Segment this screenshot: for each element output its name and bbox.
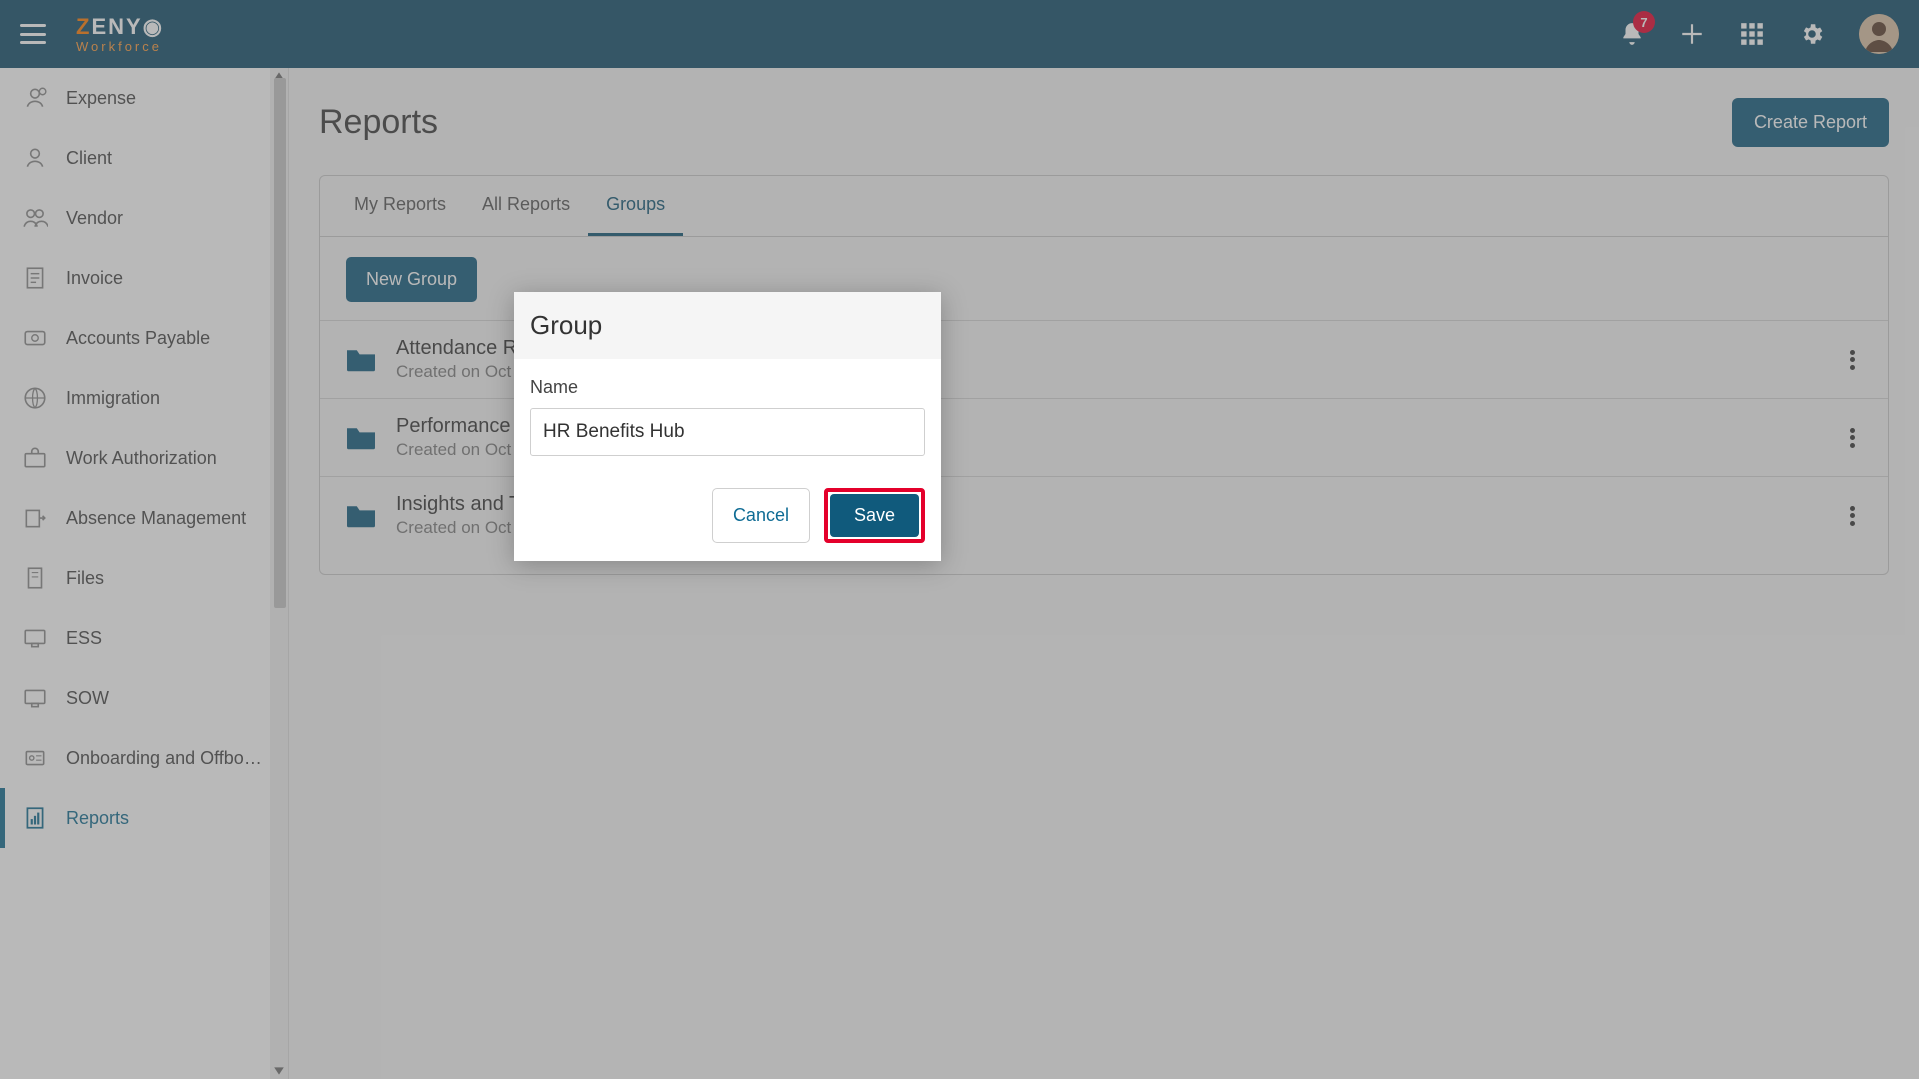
- name-label: Name: [530, 377, 925, 398]
- group-name-input[interactable]: [530, 408, 925, 456]
- cancel-button[interactable]: Cancel: [712, 488, 810, 543]
- modal-title: Group: [514, 292, 941, 359]
- modal-overlay[interactable]: [0, 0, 1919, 1079]
- save-button[interactable]: Save: [830, 494, 919, 537]
- save-button-highlight: Save: [824, 488, 925, 543]
- group-modal: Group Name Cancel Save: [514, 292, 941, 561]
